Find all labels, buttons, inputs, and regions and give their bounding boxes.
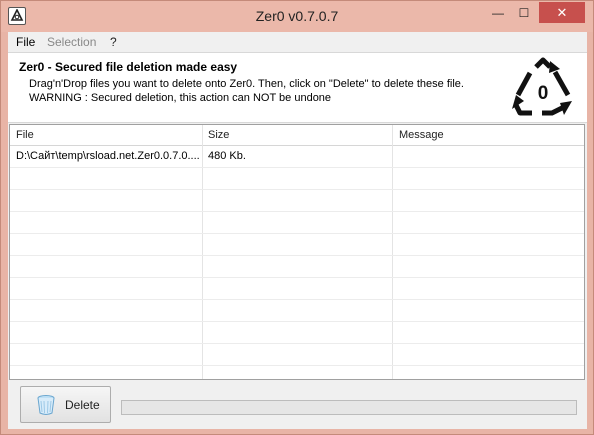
cell-size: 480 Kb.	[208, 150, 246, 162]
column-header-file[interactable]: File	[16, 129, 34, 141]
list-header: File Size Message	[10, 125, 584, 146]
header-warning: WARNING : Secured deletion, this action …	[29, 92, 332, 104]
minimize-button[interactable]: —	[485, 2, 511, 23]
minimize-icon: —	[492, 5, 504, 20]
progress-bar	[121, 400, 577, 415]
logo-text: 0	[538, 83, 549, 104]
title-bar[interactable]: Zer0 v0.7.0.7 — ☐ ✕	[1, 1, 593, 32]
menu-file[interactable]: File	[16, 35, 35, 49]
empty-row	[10, 300, 584, 322]
table-row[interactable]: D:\Сайт\temp\rsload.net.Zer0.0.7.0.... 4…	[10, 146, 584, 168]
header-panel: Zer0 - Secured file deletion made easy D…	[8, 52, 587, 123]
footer-bar: Delete	[8, 382, 587, 429]
empty-row	[10, 344, 584, 366]
empty-row	[10, 190, 584, 212]
column-header-size[interactable]: Size	[208, 129, 229, 141]
app-window: Zer0 v0.7.0.7 — ☐ ✕ File Selection ? Zer…	[0, 0, 594, 435]
empty-row	[10, 278, 584, 300]
shredder-bin-icon	[37, 394, 55, 415]
empty-row	[10, 212, 584, 234]
menu-selection[interactable]: Selection	[47, 35, 96, 49]
empty-row	[10, 322, 584, 344]
maximize-icon: ☐	[518, 5, 530, 20]
empty-row	[10, 256, 584, 278]
delete-button-label: Delete	[65, 397, 100, 412]
client-area: File Selection ? Zer0 - Secured file del…	[8, 32, 587, 429]
menu-help[interactable]: ?	[110, 35, 117, 49]
close-button[interactable]: ✕	[539, 2, 585, 23]
empty-row	[10, 234, 584, 256]
file-list[interactable]: File Size Message D:\Сайт\temp\rsload.ne…	[9, 124, 585, 380]
delete-button[interactable]: Delete	[20, 386, 111, 423]
cell-file: D:\Сайт\temp\rsload.net.Zer0.0.7.0....	[16, 150, 200, 162]
header-description: Drag'n'Drop files you want to delete ont…	[29, 78, 464, 90]
column-header-message[interactable]: Message	[399, 129, 444, 141]
recycle-zero-icon: 0	[512, 57, 572, 116]
header-title: Zer0 - Secured file deletion made easy	[19, 60, 238, 74]
empty-row	[10, 168, 584, 190]
maximize-button[interactable]: ☐	[511, 2, 537, 23]
menu-bar: File Selection ?	[8, 32, 587, 52]
close-icon: ✕	[556, 4, 568, 20]
